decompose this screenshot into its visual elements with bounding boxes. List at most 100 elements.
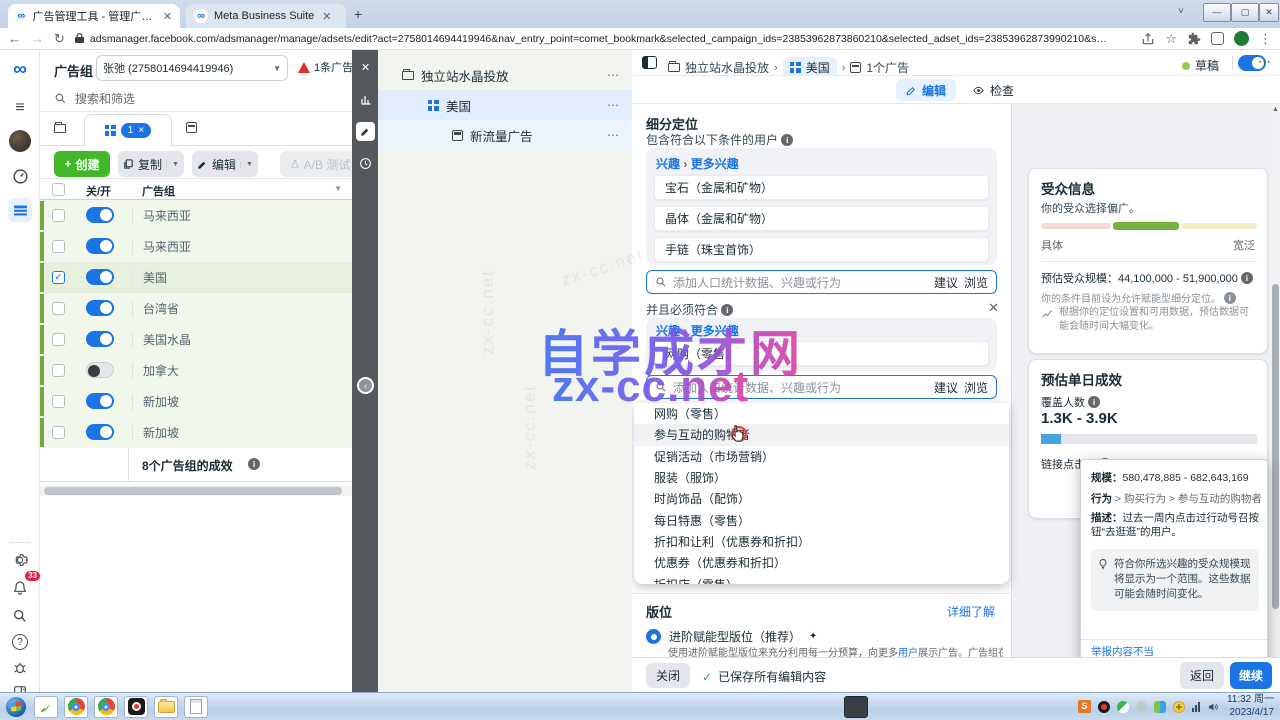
report-link[interactable]: 举报内容不当 xyxy=(1091,644,1154,657)
bookmark-star-icon[interactable]: ☆ xyxy=(1165,32,1177,45)
more-options-icon[interactable]: ⋯ xyxy=(607,128,620,142)
taskbar-explorer-icon[interactable] xyxy=(154,696,178,718)
ab-test-button[interactable]: A/B 测试 xyxy=(280,151,352,177)
info-icon[interactable]: i xyxy=(1224,292,1236,304)
tab-close-icon[interactable]: ✕ xyxy=(322,10,331,23)
url-field[interactable]: adsmanager.facebook.com/adsmanager/manag… xyxy=(75,31,1131,47)
taskbar-clock[interactable]: 11:32 周一 2023/4/17 xyxy=(1227,694,1276,719)
filter-count-pill[interactable]: 1× xyxy=(121,123,151,138)
start-button[interactable] xyxy=(4,696,28,718)
reload-icon[interactable]: ↻ xyxy=(54,32,65,45)
dropdown-item[interactable]: 每日特惠（零售） xyxy=(634,509,1009,530)
row-checkbox[interactable] xyxy=(52,302,65,315)
info-icon[interactable]: i xyxy=(1088,396,1100,408)
learn-more-link[interactable]: 详细了解 xyxy=(947,603,995,620)
dropdown-item[interactable]: 时尚饰品（配饰） xyxy=(634,488,1009,509)
interest-pill[interactable]: 手链（珠宝首饰） xyxy=(654,237,989,262)
row-toggle[interactable] xyxy=(86,300,114,316)
tab-campaigns[interactable] xyxy=(54,120,66,138)
browse-link[interactable]: 浏览 xyxy=(964,379,988,396)
notifications-bell-icon[interactable]: 33 xyxy=(8,576,32,600)
adset-row[interactable]: 新加坡 xyxy=(40,417,352,448)
browser-tab-ads-manager[interactable]: ∞ 广告管理工具 - 管理广告 - 广告… ✕ xyxy=(8,4,180,28)
breadcrumb-adset-chip[interactable]: 美国 xyxy=(783,57,837,78)
row-checkbox[interactable] xyxy=(52,426,65,439)
tray-network-icon[interactable] xyxy=(1192,702,1200,712)
adset-row[interactable]: 马来西亚 xyxy=(40,231,352,262)
row-checkbox[interactable] xyxy=(52,240,65,253)
row-checkbox[interactable] xyxy=(52,333,65,346)
targeting-search-input[interactable]: 添加人口统计数据、兴趣或行为 建议 浏览 xyxy=(646,270,997,294)
path-more-link[interactable]: 更多兴趣 xyxy=(691,324,739,338)
info-icon[interactable]: i xyxy=(781,134,793,146)
row-checkbox-checked[interactable]: ✓ xyxy=(52,271,65,284)
adset-row[interactable]: 台湾省 xyxy=(40,293,352,324)
tray-faded-icon[interactable] xyxy=(1136,701,1147,712)
forward-icon[interactable]: → xyxy=(31,32,44,45)
back-button[interactable]: 返回 xyxy=(1180,662,1224,689)
scrollbar-thumb[interactable] xyxy=(44,487,342,495)
interest-pill[interactable]: 网购（零售） xyxy=(654,341,989,366)
interest-pill[interactable]: 宝石（金属和矿物） xyxy=(654,175,989,200)
scroll-up-icon[interactable]: ▲ xyxy=(1272,106,1279,113)
more-options-icon[interactable]: ⋯ xyxy=(1258,54,1272,70)
row-toggle[interactable] xyxy=(86,238,114,254)
select-all-checkbox[interactable] xyxy=(52,183,65,196)
dropdown-item[interactable]: 服装（服饰） xyxy=(634,467,1009,488)
tab-ads[interactable] xyxy=(186,120,197,138)
dropdown-item[interactable]: 折扣和让利（优惠券和折扣） xyxy=(634,531,1009,552)
window-minimize-button[interactable]: — xyxy=(1203,3,1231,22)
users-link[interactable]: 用户 xyxy=(898,648,918,657)
extensions-icon[interactable] xyxy=(1187,32,1201,46)
browser-profile-avatar[interactable] xyxy=(1234,31,1249,46)
radio-selected-icon[interactable] xyxy=(646,629,661,644)
scrollbar-thumb[interactable] xyxy=(1272,284,1279,609)
row-toggle-off[interactable] xyxy=(86,362,114,378)
tray-speaker-icon[interactable] xyxy=(1207,701,1220,713)
user-avatar[interactable] xyxy=(9,130,31,152)
share-icon[interactable] xyxy=(1141,32,1155,46)
window-restore-button[interactable]: ▢ xyxy=(1231,3,1259,22)
vertical-scrollbar[interactable]: ▲ xyxy=(1271,104,1280,657)
horizontal-scrollbar[interactable] xyxy=(40,486,352,496)
gauge-icon[interactable] xyxy=(8,164,32,188)
new-tab-button[interactable]: + xyxy=(354,6,362,22)
row-checkbox[interactable] xyxy=(52,364,65,377)
chevron-down-icon[interactable]: ▼ xyxy=(166,161,179,168)
dropdown-item[interactable]: 折扣店（零售） xyxy=(634,573,1009,584)
adset-row-selected[interactable]: ✓美国 xyxy=(40,262,352,293)
tab-close-icon[interactable]: ✕ xyxy=(163,10,172,23)
tray-record-icon[interactable] xyxy=(1098,701,1110,713)
path-interest-link[interactable]: 兴趣 xyxy=(656,324,680,338)
tab-review[interactable]: 检查 xyxy=(964,79,1022,101)
row-toggle[interactable] xyxy=(86,269,114,285)
row-toggle[interactable] xyxy=(86,207,114,223)
taskbar-dark-window-button[interactable] xyxy=(844,696,868,718)
tray-shield-icon[interactable] xyxy=(1154,701,1166,713)
bug-report-icon[interactable] xyxy=(8,656,32,680)
browse-link[interactable]: 浏览 xyxy=(964,274,988,291)
chart-icon[interactable] xyxy=(356,90,375,109)
taskbar-chrome2-icon[interactable] xyxy=(94,696,118,718)
placement-option[interactable]: 进阶赋能型版位（推荐） ✦ xyxy=(646,628,817,645)
taskbar-chrome-icon[interactable] xyxy=(64,696,88,718)
tree-item-adset-selected[interactable]: 美国 ⋯ xyxy=(378,90,632,120)
duplicate-button[interactable]: 复制 ▼ xyxy=(118,151,184,177)
back-icon[interactable]: ← xyxy=(8,32,21,45)
side-panel-icon[interactable] xyxy=(1211,32,1224,45)
meta-logo-icon[interactable]: ∞ xyxy=(8,58,32,82)
info-icon[interactable]: i xyxy=(1241,272,1253,284)
clock-icon[interactable] xyxy=(356,154,375,173)
suggest-link[interactable]: 建议 xyxy=(934,274,958,291)
dropdown-item[interactable]: 优惠券（优惠券和折扣） xyxy=(634,552,1009,573)
path-more-link[interactable]: 更多兴趣 xyxy=(691,157,739,171)
continue-button[interactable]: 继续 xyxy=(1230,662,1272,689)
remove-filter-icon[interactable]: × xyxy=(138,125,144,136)
suggest-link[interactable]: 建议 xyxy=(934,379,958,396)
row-toggle[interactable] xyxy=(86,424,114,440)
create-button[interactable]: +创建 xyxy=(54,151,110,177)
dropdown-item[interactable]: 网购（零售） xyxy=(634,403,1009,424)
adset-row[interactable]: 美国水晶 xyxy=(40,324,352,355)
more-options-icon[interactable]: ⋯ xyxy=(607,98,620,112)
tree-item-ad[interactable]: 新流量广告 ⋯ xyxy=(378,120,632,150)
